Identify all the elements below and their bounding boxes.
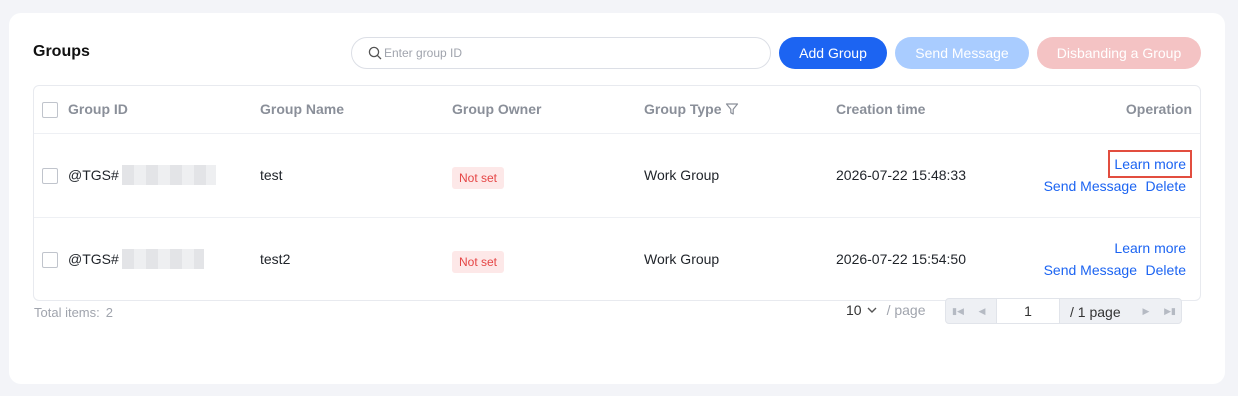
col-creation-time: Creation time xyxy=(836,101,926,117)
owner-status-badge: Not set xyxy=(452,167,505,189)
learn-more-link[interactable]: Learn more xyxy=(1108,150,1192,178)
chevron-down-icon xyxy=(867,307,877,313)
creation-time: 2026-07-22 15:48:33 xyxy=(836,167,966,183)
group-name: test2 xyxy=(260,251,291,267)
disband-group-button[interactable]: Disbanding a Group xyxy=(1037,37,1201,69)
add-group-button[interactable]: Add Group xyxy=(779,37,887,69)
col-group-type-label: Group Type xyxy=(644,101,722,117)
group-id-cell: @TGS# xyxy=(68,164,216,185)
learn-more-link[interactable]: Learn more xyxy=(1114,240,1186,256)
pagination: ▮◀ ◀ / 1 page ▶ ▶▮ xyxy=(945,298,1182,324)
creation-time: 2026-07-22 15:54:50 xyxy=(836,251,966,267)
groups-table: Group ID Group Name Group Owner Group Ty… xyxy=(33,85,1201,301)
col-group-name: Group Name xyxy=(260,101,345,117)
send-message-link[interactable]: Send Message xyxy=(1044,178,1137,194)
send-message-button[interactable]: Send Message xyxy=(895,37,1029,69)
row-checkbox[interactable] xyxy=(42,252,58,268)
send-message-link[interactable]: Send Message xyxy=(1044,262,1137,278)
group-name: test xyxy=(260,167,283,183)
total-items-label: Total items: xyxy=(34,305,100,320)
total-items-value: 2 xyxy=(105,305,113,320)
page-size-suffix: / page xyxy=(886,302,926,318)
table-row: @TGS# test2 Not set Work Group 2026-07-2… xyxy=(34,218,1200,300)
owner-status-badge: Not set xyxy=(452,251,505,273)
col-group-type: Group Type xyxy=(644,101,739,117)
search-icon xyxy=(368,46,382,60)
select-all-checkbox[interactable] xyxy=(42,102,58,118)
groups-card: Groups Add Group Send Message Disbanding… xyxy=(9,13,1225,384)
total-pages: / 1 page xyxy=(1070,304,1121,320)
table-row: @TGS# test Not set Work Group 2026-07-22… xyxy=(34,134,1200,218)
table-header: Group ID Group Name Group Owner Group Ty… xyxy=(34,86,1200,134)
col-group-id: Group ID xyxy=(68,101,128,117)
total-items: Total items: 2 xyxy=(34,305,113,320)
next-page-icon[interactable]: ▶ xyxy=(1134,299,1158,323)
group-id-cell: @TGS# xyxy=(68,248,204,269)
search-input[interactable] xyxy=(384,46,764,60)
row-checkbox[interactable] xyxy=(42,168,58,184)
group-id: @TGS# xyxy=(68,251,119,267)
page-number-input[interactable] xyxy=(996,298,1060,324)
group-type: Work Group xyxy=(644,167,720,183)
last-page-icon[interactable]: ▶▮ xyxy=(1158,299,1182,323)
redacted-id xyxy=(121,248,204,269)
filter-icon[interactable] xyxy=(725,102,739,116)
prev-page-icon[interactable]: ◀ xyxy=(970,299,994,323)
redacted-id xyxy=(121,164,216,185)
page-title: Groups xyxy=(33,43,90,60)
col-operation: Operation xyxy=(1125,101,1192,117)
delete-link[interactable]: Delete xyxy=(1146,178,1186,194)
page-size-value: 10 xyxy=(846,302,862,318)
search-box[interactable] xyxy=(351,37,771,69)
col-group-owner: Group Owner xyxy=(452,101,542,117)
group-id: @TGS# xyxy=(68,167,119,183)
delete-link[interactable]: Delete xyxy=(1146,262,1186,278)
first-page-icon[interactable]: ▮◀ xyxy=(946,299,970,323)
group-type: Work Group xyxy=(644,251,720,267)
page-size-select[interactable]: 10 / page xyxy=(846,302,926,318)
